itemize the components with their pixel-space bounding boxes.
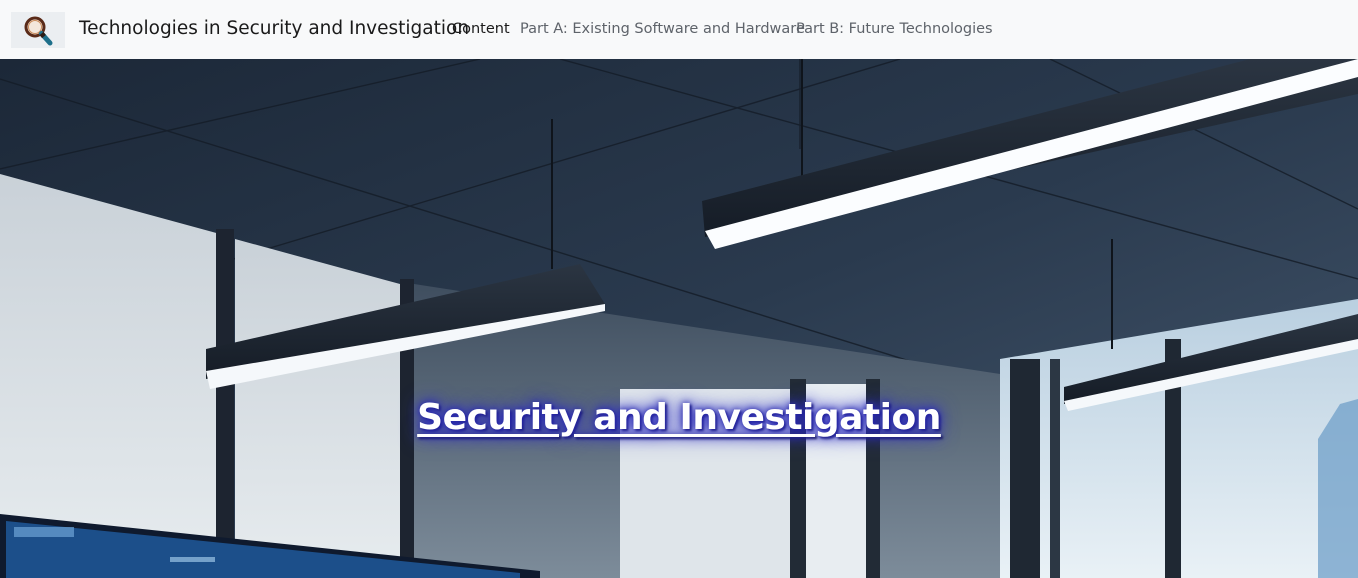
hero-background-image xyxy=(0,59,1358,578)
hero-banner: Security and Investigation xyxy=(0,59,1358,578)
hero-title[interactable]: Security and Investigation xyxy=(0,392,1358,444)
navbar: Technologies in Security and Investigati… xyxy=(0,0,1358,59)
brand-logo[interactable] xyxy=(11,12,65,48)
nav-link-part-a[interactable]: Part A: Existing Software and Hardware xyxy=(520,19,805,39)
brand-title[interactable]: Technologies in Security and Investigati… xyxy=(79,17,469,41)
nav-link-part-b[interactable]: Part B: Future Technologies xyxy=(796,19,993,39)
nav-link-content[interactable]: Content xyxy=(452,19,510,39)
magnifier-icon xyxy=(24,16,53,46)
